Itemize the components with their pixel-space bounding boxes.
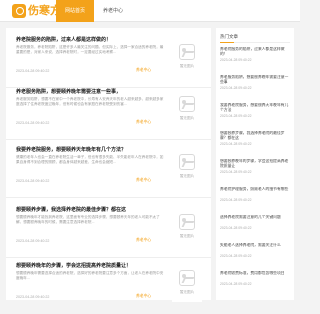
sidebar-divider [220,42,290,43]
article-category[interactable]: 养老中心 [136,294,151,299]
article-excerpt: 想要颐养晚年需要选择合适的养老院，选择好的养老院要注意多个方面，让老人在养老院中… [16,271,164,281]
article-category[interactable]: 养老中心 [136,178,151,183]
article-date: 2023-04-28 09:40:22 [16,179,50,183]
article-title[interactable]: 想要颐养步骤，我选择养老院的最佳步骤？都在这 [16,206,161,213]
sidebar-item-date: 2023-04-28 09:40:22 [220,282,252,286]
article-thumbnail[interactable]: 暂无图片 [172,152,202,186]
article-item[interactable]: 养老院服务的陷阱，过来人都是这样做的！ 养老院服务，养老院陷阱，这是许多人最关注… [6,28,211,88]
sidebar-item-title[interactable]: 失能老人选择养老院，需要关注什么 [220,243,292,253]
image-placeholder-icon [179,96,195,112]
article-title[interactable]: 养老服务陷阱，想要颐养晚年需要注意一些事， [16,88,161,95]
sidebar-heading: 热门文章 [220,34,238,39]
nav-item-elderly-center[interactable]: 养老中心 [94,0,132,22]
sidebar-item-title[interactable]: 我要养老院服务，想要颐养天年晚年有几个方法 [220,103,292,113]
sidebar-item[interactable]: 我要养老院服务，想要颐养天年晚年有几个方法 2023-04-28 09:40:2… [220,103,292,118]
nav-item-home[interactable]: 网站首页 [56,0,95,22]
article-category[interactable]: 养老中心 [136,120,151,125]
article-excerpt: 想要颐养晚年才能找到养老院，这里面有专业的选择步骤，想要颐养天年的老人可能不太了… [16,215,160,225]
article-title[interactable]: 我要养老院服务，想要颐养天年晚年有几个方法？ [16,146,161,153]
article-category[interactable]: 养老中心 [136,68,151,73]
sidebar-item-title[interactable]: 养老院护理服务，照顾老人的细节有哪些 [220,187,292,197]
sidebar-item-title[interactable]: 想要颐养步骤，我选择养老院的最佳步骤？都在这 [220,131,292,141]
thumbnail-caption: 暂无图片 [179,64,195,68]
sidebar-item[interactable]: 养老院收费标准，费用都包含哪些项目 2023-04-28 09:40:22 [220,271,292,286]
sidebar-item-date: 2023-04-28 09:40:22 [220,114,252,118]
article-list: 养老院服务的陷阱，过来人都是这样做的！ 养老院服务，养老院陷阱，这是许多人最关注… [6,28,211,302]
article-title[interactable]: 想要颐养晚年的步骤，学会这招提高养老院质量让！ [16,262,161,269]
sidebar-item[interactable]: 想要颐养步骤，我选择养老院的最佳步骤？都在这 2023-04-28 09:40:… [220,131,292,146]
sidebar-item-date: 2023-04-28 09:40:22 [220,170,252,174]
thumbnail-caption: 暂无图片 [179,174,195,178]
main-nav: 网站首页 养老中心 [56,0,132,22]
sidebar-item-title[interactable]: 养老服务陷阱，想要颐养晚年需要注意一些事 [220,75,292,85]
thumbnail-caption: 暂无图片 [179,116,195,120]
sidebar-hot-articles: 热门文章 养老院服务的陷阱，过来人都是这样做的！ 2023-04-28 09:4… [216,28,294,300]
image-placeholder-icon [179,270,195,286]
article-item[interactable]: 养老服务陷阱，想要颐养晚年需要注意一些事， 养老服务陷阱，想要不在家中一个养老院… [6,80,211,140]
article-date: 2023-04-28 09:40:22 [16,69,50,73]
article-date: 2023-04-28 09:40:22 [16,295,50,299]
article-item[interactable]: 想要颐养晚年的步骤，学会这招提高养老院质量让！ 想要颐养晚年需要选择合适的养老院… [6,254,211,314]
sidebar-item[interactable]: 养老院护理服务，照顾老人的细节有哪些 2023-04-28 09:40:22 [220,187,292,202]
sidebar-item-date: 2023-04-28 09:40:22 [220,226,252,230]
thumbnail-caption: 暂无图片 [179,234,195,238]
article-date: 2023-04-28 09:40:22 [16,121,50,125]
sidebar-item-date: 2023-04-28 09:40:22 [220,142,252,146]
article-item[interactable]: 想要颐养步骤，我选择养老院的最佳步骤？都在这 想要颐养晚年才能找到养老院，这里面… [6,198,211,258]
image-placeholder-icon [179,214,195,230]
article-excerpt: 养老服务陷阱，想要不在家中一个养老院中，长寿有人安养天年的老人越来越多，越来越多… [16,97,164,107]
logo-icon [12,4,26,18]
sidebar-item[interactable]: 养老服务陷阱，想要颐养晚年需要注意一些事 2023-04-28 09:40:22 [220,75,292,90]
top-header: 伤寒方 网站首页 养老中心 [0,0,300,22]
sidebar-item-date: 2023-04-28 09:40:22 [220,86,252,90]
article-thumbnail[interactable]: 暂无图片 [172,212,202,246]
sidebar-item-title[interactable]: 养老院收费标准，费用都包含哪些项目 [220,271,292,281]
sidebar-item[interactable]: 养老院服务的陷阱，过来人都是这样做的！ 2023-04-28 09:40:22 [220,47,292,62]
article-thumbnail[interactable]: 暂无图片 [172,42,202,76]
sidebar-item[interactable]: 失能老人选择养老院，需要关注什么 2023-04-28 09:40:22 [220,243,292,258]
article-thumbnail[interactable]: 暂无图片 [172,94,202,128]
sidebar-item-date: 2023-04-28 09:40:22 [220,58,252,62]
site-logo[interactable]: 伤寒方 [12,4,61,18]
article-excerpt: 健康的老年人也会一直在养老院生活一辈子，但也有很多失能、半失能老年人在养老院中，… [16,155,164,165]
sidebar-item[interactable]: 想要颐养晚年的步骤，学会这招提高养老院质量让 2023-04-28 09:40:… [220,159,292,174]
sidebar-item-title[interactable]: 养老院服务的陷阱，过来人都是这样做的！ [220,47,292,57]
thumbnail-caption: 暂无图片 [179,290,195,294]
article-category[interactable]: 养老中心 [136,238,151,243]
article-thumbnail[interactable]: 暂无图片 [172,268,202,302]
article-excerpt: 养老院服务，养老院陷阱，这是许多人最关注的问题。但实际上，选择一家合适的养老院，… [16,45,164,55]
article-title[interactable]: 养老院服务的陷阱，过来人都是这样做的！ [16,36,161,43]
sidebar-item[interactable]: 选择养老院需要注意的几个关键问题 2023-04-28 09:40:22 [220,215,292,230]
sidebar-item-title[interactable]: 选择养老院需要注意的几个关键问题 [220,215,292,225]
sidebar-item-title[interactable]: 想要颐养晚年的步骤，学会这招提高养老院质量让 [220,159,292,169]
article-item[interactable]: 我要养老院服务，想要颐养天年晚年有几个方法？ 健康的老年人也会一直在养老院生活一… [6,138,211,198]
sidebar-item-date: 2023-04-28 09:40:22 [220,254,252,258]
article-date: 2023-04-28 09:40:22 [16,239,50,243]
image-placeholder-icon [179,154,195,170]
sidebar-item-date: 2023-04-28 09:40:22 [220,198,252,202]
image-placeholder-icon [179,44,195,60]
